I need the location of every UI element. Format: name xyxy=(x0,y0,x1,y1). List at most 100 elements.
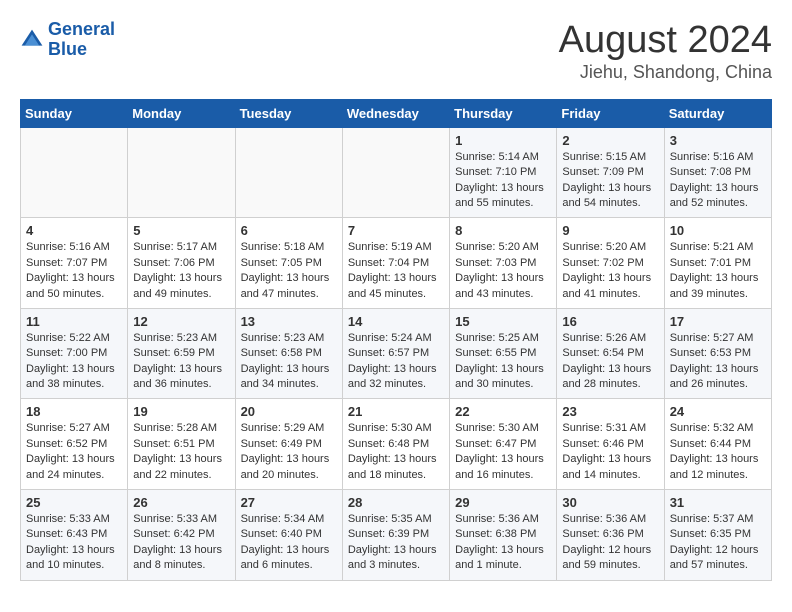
day-number: 12 xyxy=(133,314,229,329)
day-number: 14 xyxy=(348,314,444,329)
day-info: Sunrise: 5:36 AMSunset: 6:38 PMDaylight:… xyxy=(455,512,551,574)
day-number: 19 xyxy=(133,404,229,419)
day-number: 10 xyxy=(670,223,766,238)
day-number: 25 xyxy=(26,495,122,510)
table-row xyxy=(128,127,235,218)
day-number: 2 xyxy=(562,133,658,148)
day-info: Sunrise: 5:27 AMSunset: 6:52 PMDaylight:… xyxy=(26,421,122,483)
table-row: 12Sunrise: 5:23 AMSunset: 6:59 PMDayligh… xyxy=(128,308,235,399)
day-info: Sunrise: 5:34 AMSunset: 6:40 PMDaylight:… xyxy=(241,512,337,574)
day-info: Sunrise: 5:28 AMSunset: 6:51 PMDaylight:… xyxy=(133,421,229,483)
day-number: 26 xyxy=(133,495,229,510)
table-row: 30Sunrise: 5:36 AMSunset: 6:36 PMDayligh… xyxy=(557,490,664,581)
calendar-subtitle: Jiehu, Shandong, China xyxy=(559,62,772,83)
table-row: 2 Sunrise: 5:15 AMSunset: 7:09 PMDaylight… xyxy=(557,127,664,218)
header-monday: Monday xyxy=(128,99,235,127)
table-row: 3 Sunrise: 5:16 AMSunset: 7:08 PMDaylight… xyxy=(664,127,771,218)
day-number: 1 xyxy=(455,133,551,148)
table-row: 22 Sunrise: 5:30 AMSunset: 6:47 PMDayligh… xyxy=(450,399,557,490)
day-info: Sunrise: 5:20 AMSunset: 7:02 PMDaylight:… xyxy=(562,240,658,302)
day-info: Sunrise: 5:33 AMSunset: 6:43 PMDaylight:… xyxy=(26,512,122,574)
day-info: Sunrise: 5:33 AMSunset: 6:42 PMDaylight:… xyxy=(133,512,229,574)
day-info: Sunrise: 5:24 AMSunset: 6:57 PMDaylight:… xyxy=(348,331,444,393)
day-info: Sunrise: 5:21 AMSunset: 7:01 PMDaylight:… xyxy=(670,240,766,302)
table-row: 6 Sunrise: 5:18 AMSunset: 7:05 PMDaylight… xyxy=(235,218,342,309)
table-row xyxy=(235,127,342,218)
day-info: Sunrise: 5:15 AMSunset: 7:09 PMDaylight:… xyxy=(562,150,658,212)
day-number: 28 xyxy=(348,495,444,510)
day-number: 8 xyxy=(455,223,551,238)
logo-icon xyxy=(20,28,44,52)
day-info: Sunrise: 5:18 AMSunset: 7:05 PMDaylight:… xyxy=(241,240,337,302)
table-row: 31 Sunrise: 5:37 AMSunset: 6:35 PMDayligh… xyxy=(664,490,771,581)
day-number: 27 xyxy=(241,495,337,510)
day-number: 15 xyxy=(455,314,551,329)
day-info: Sunrise: 5:29 AMSunset: 6:49 PMDaylight:… xyxy=(241,421,337,483)
day-number: 6 xyxy=(241,223,337,238)
day-info: Sunrise: 5:26 AMSunset: 6:54 PMDaylight:… xyxy=(562,331,658,393)
table-row: 11 Sunrise: 5:22 AMSunset: 7:00 PMDayligh… xyxy=(21,308,128,399)
header-saturday: Saturday xyxy=(664,99,771,127)
table-row: 7 Sunrise: 5:19 AMSunset: 7:04 PMDaylight… xyxy=(342,218,449,309)
calendar-title: August 2024 xyxy=(559,20,772,62)
table-row: 29 Sunrise: 5:36 AMSunset: 6:38 PMDayligh… xyxy=(450,490,557,581)
table-row: 23Sunrise: 5:31 AMSunset: 6:46 PMDayligh… xyxy=(557,399,664,490)
table-row: 4 Sunrise: 5:16 AMSunset: 7:07 PMDaylight… xyxy=(21,218,128,309)
table-row: 17Sunrise: 5:27 AMSunset: 6:53 PMDayligh… xyxy=(664,308,771,399)
day-info: Sunrise: 5:17 AMSunset: 7:06 PMDaylight:… xyxy=(133,240,229,302)
header-sunday: Sunday xyxy=(21,99,128,127)
day-number: 17 xyxy=(670,314,766,329)
day-number: 18 xyxy=(26,404,122,419)
day-number: 29 xyxy=(455,495,551,510)
day-info: Sunrise: 5:30 AMSunset: 6:47 PMDaylight:… xyxy=(455,421,551,483)
table-row: 5 Sunrise: 5:17 AMSunset: 7:06 PMDaylight… xyxy=(128,218,235,309)
calendar-body: 1 Sunrise: 5:14 AMSunset: 7:10 PMDaylight… xyxy=(21,127,772,580)
day-number: 13 xyxy=(241,314,337,329)
table-row: 24Sunrise: 5:32 AMSunset: 6:44 PMDayligh… xyxy=(664,399,771,490)
table-row: 10 Sunrise: 5:21 AMSunset: 7:01 PMDayligh… xyxy=(664,218,771,309)
table-row: 20Sunrise: 5:29 AMSunset: 6:49 PMDayligh… xyxy=(235,399,342,490)
day-info: Sunrise: 5:20 AMSunset: 7:03 PMDaylight:… xyxy=(455,240,551,302)
table-row: 19 Sunrise: 5:28 AMSunset: 6:51 PMDayligh… xyxy=(128,399,235,490)
header-tuesday: Tuesday xyxy=(235,99,342,127)
header-thursday: Thursday xyxy=(450,99,557,127)
day-info: Sunrise: 5:37 AMSunset: 6:35 PMDaylight:… xyxy=(670,512,766,574)
day-number: 31 xyxy=(670,495,766,510)
day-info: Sunrise: 5:31 AMSunset: 6:46 PMDaylight:… xyxy=(562,421,658,483)
day-number: 7 xyxy=(348,223,444,238)
day-info: Sunrise: 5:14 AMSunset: 7:10 PMDaylight:… xyxy=(455,150,551,212)
day-number: 3 xyxy=(670,133,766,148)
logo-text: General Blue xyxy=(48,20,115,60)
table-row: 16 Sunrise: 5:26 AMSunset: 6:54 PMDayligh… xyxy=(557,308,664,399)
day-number: 21 xyxy=(348,404,444,419)
day-info: Sunrise: 5:32 AMSunset: 6:44 PMDaylight:… xyxy=(670,421,766,483)
day-number: 5 xyxy=(133,223,229,238)
table-row: 8 Sunrise: 5:20 AMSunset: 7:03 PMDaylight… xyxy=(450,218,557,309)
day-number: 22 xyxy=(455,404,551,419)
day-number: 11 xyxy=(26,314,122,329)
day-number: 16 xyxy=(562,314,658,329)
table-row: 15 Sunrise: 5:25 AMSunset: 6:55 PMDayligh… xyxy=(450,308,557,399)
table-row: 1 Sunrise: 5:14 AMSunset: 7:10 PMDaylight… xyxy=(450,127,557,218)
table-row: 13 Sunrise: 5:23 AMSunset: 6:58 PMDayligh… xyxy=(235,308,342,399)
table-row: 26 Sunrise: 5:33 AMSunset: 6:42 PMDayligh… xyxy=(128,490,235,581)
day-number: 4 xyxy=(26,223,122,238)
table-row: 27 Sunrise: 5:34 AMSunset: 6:40 PMDayligh… xyxy=(235,490,342,581)
calendar-header: Sunday Monday Tuesday Wednesday Thursday… xyxy=(21,99,772,127)
day-info: Sunrise: 5:16 AMSunset: 7:07 PMDaylight:… xyxy=(26,240,122,302)
day-info: Sunrise: 5:19 AMSunset: 7:04 PMDaylight:… xyxy=(348,240,444,302)
table-row: 28Sunrise: 5:35 AMSunset: 6:39 PMDayligh… xyxy=(342,490,449,581)
table-row: 25 Sunrise: 5:33 AMSunset: 6:43 PMDayligh… xyxy=(21,490,128,581)
table-row: 14 Sunrise: 5:24 AMSunset: 6:57 PMDayligh… xyxy=(342,308,449,399)
table-row: 18 Sunrise: 5:27 AMSunset: 6:52 PMDayligh… xyxy=(21,399,128,490)
day-number: 9 xyxy=(562,223,658,238)
day-info: Sunrise: 5:22 AMSunset: 7:00 PMDaylight:… xyxy=(26,331,122,393)
day-info: Sunrise: 5:23 AMSunset: 6:58 PMDaylight:… xyxy=(241,331,337,393)
day-info: Sunrise: 5:16 AMSunset: 7:08 PMDaylight:… xyxy=(670,150,766,212)
table-row xyxy=(21,127,128,218)
header-friday: Friday xyxy=(557,99,664,127)
table-row: 21Sunrise: 5:30 AMSunset: 6:48 PMDayligh… xyxy=(342,399,449,490)
table-row xyxy=(342,127,449,218)
header-wednesday: Wednesday xyxy=(342,99,449,127)
day-info: Sunrise: 5:25 AMSunset: 6:55 PMDaylight:… xyxy=(455,331,551,393)
